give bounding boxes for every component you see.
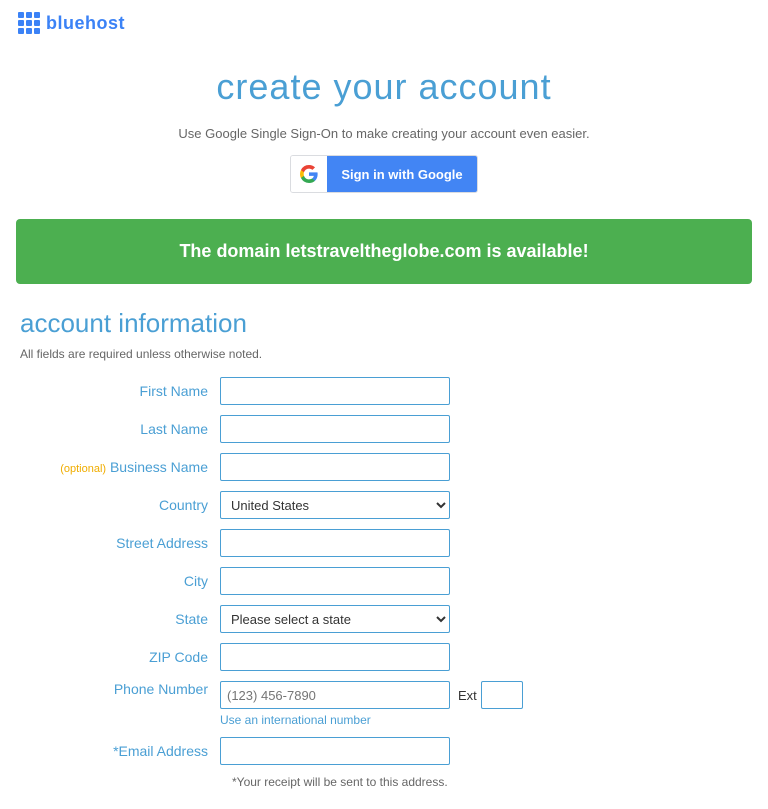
- zip-code-input[interactable]: [220, 643, 450, 671]
- country-row: Country United States Canada United King…: [20, 491, 748, 519]
- street-address-label: Street Address: [20, 535, 220, 551]
- ext-input[interactable]: [481, 681, 523, 709]
- bluehost-logo-grid: [18, 12, 40, 34]
- first-name-row: First Name: [20, 377, 748, 405]
- email-address-input[interactable]: [220, 737, 450, 765]
- email-address-row: *Email Address: [20, 737, 748, 765]
- page-title: create your account: [0, 66, 768, 108]
- email-address-label: *Email Address: [20, 743, 220, 759]
- last-name-label: Last Name: [20, 421, 220, 437]
- state-label: State: [20, 611, 220, 627]
- last-name-row: Last Name: [20, 415, 748, 443]
- business-name-row: (optional) Business Name: [20, 453, 748, 481]
- international-number-link[interactable]: Use an international number: [220, 713, 523, 727]
- optional-tag: (optional): [60, 463, 106, 475]
- phone-number-input[interactable]: [220, 681, 450, 709]
- phone-input-wrap: Ext Use an international number: [220, 681, 523, 727]
- first-name-input[interactable]: [220, 377, 450, 405]
- country-select[interactable]: United States Canada United Kingdom Aust…: [220, 491, 450, 519]
- google-sso-description: Use Google Single Sign-On to make creati…: [0, 126, 768, 141]
- country-label: Country: [20, 497, 220, 513]
- email-receipt-note: *Your receipt will be sent to this addre…: [220, 775, 748, 789]
- business-name-label: (optional) Business Name: [20, 459, 220, 475]
- account-info-title: account information: [20, 308, 748, 339]
- account-info-section: account information All fields are requi…: [0, 308, 768, 809]
- google-icon: [291, 156, 327, 192]
- domain-banner-text: The domain letstraveltheglobe.com is ava…: [179, 241, 588, 261]
- street-address-row: Street Address: [20, 529, 748, 557]
- state-select[interactable]: Please select a state Alabama Alaska Ari…: [220, 605, 450, 633]
- title-section: create your account Use Google Single Si…: [0, 46, 768, 209]
- header: bluehost: [0, 0, 768, 46]
- required-fields-note: All fields are required unless otherwise…: [20, 347, 748, 361]
- ext-wrap: Ext: [458, 681, 523, 709]
- domain-available-banner: The domain letstraveltheglobe.com is ava…: [16, 219, 752, 284]
- zip-code-row: ZIP Code: [20, 643, 748, 671]
- city-label: City: [20, 573, 220, 589]
- phone-number-label: Phone Number: [20, 681, 220, 697]
- street-address-input[interactable]: [220, 529, 450, 557]
- state-row: State Please select a state Alabama Alas…: [20, 605, 748, 633]
- city-row: City: [20, 567, 748, 595]
- bluehost-logo-text: bluehost: [46, 13, 125, 34]
- ext-label: Ext: [458, 688, 477, 703]
- city-input[interactable]: [220, 567, 450, 595]
- first-name-label: First Name: [20, 383, 220, 399]
- business-name-input[interactable]: [220, 453, 450, 481]
- phone-number-row: Phone Number Ext Use an international nu…: [20, 681, 748, 727]
- last-name-input[interactable]: [220, 415, 450, 443]
- google-signin-button[interactable]: Sign in with Google: [290, 155, 477, 193]
- google-signin-label: Sign in with Google: [327, 156, 476, 192]
- zip-code-label: ZIP Code: [20, 649, 220, 665]
